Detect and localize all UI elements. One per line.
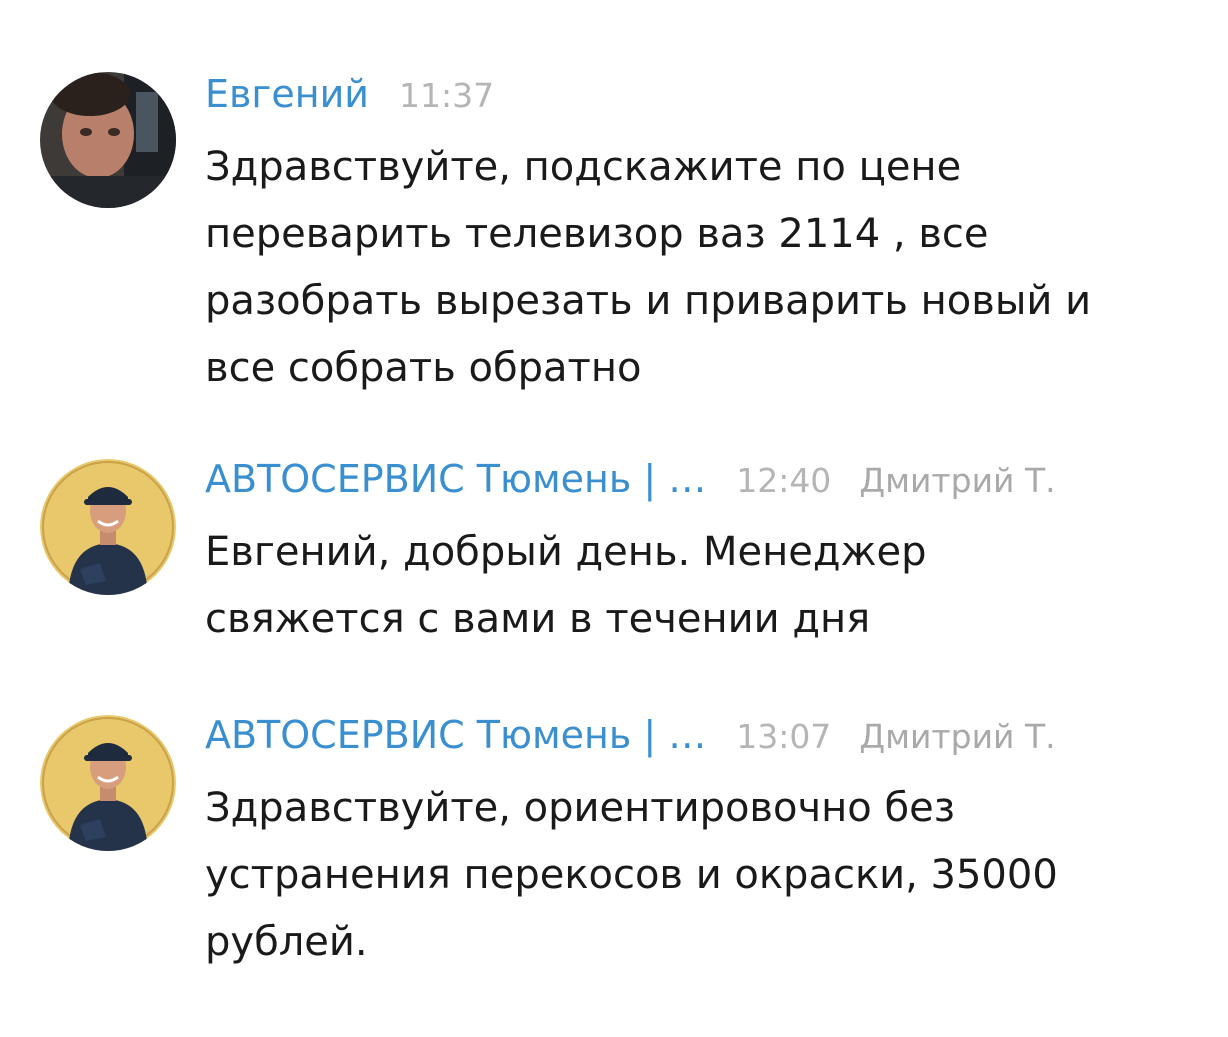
signer-name: Дмитрий Т. [859,717,1056,756]
signer-name: Дмитрий Т. [859,461,1056,500]
message-time: 11:37 [399,76,495,115]
author-name[interactable]: АВТОСЕРВИС Тюмень | … [205,457,706,501]
author-name[interactable]: АВТОСЕРВИС Тюмень | … [205,713,706,757]
author-name[interactable]: Евгений [205,72,369,116]
service-avatar[interactable] [40,459,176,595]
message-header: АВТОСЕРВИС Тюмень | … 13:07 Дмитрий Т. [205,713,1056,773]
message-text: Евгений, добрый день. Менеджер свяжется … [205,529,927,642]
message-text: Здравствуйте, ориентировочно без устране… [205,785,1058,965]
message-text: Здравствуйте, подскажите по цене перевар… [205,144,1092,391]
message-time: 12:40 [736,461,832,500]
user-photo-icon [40,72,176,208]
message-header: АВТОСЕРВИС Тюмень | … 12:40 Дмитрий Т. [205,457,1056,517]
mechanic-photo-icon [40,459,176,595]
service-avatar[interactable] [40,715,176,851]
mechanic-photo-icon [40,715,176,851]
user-avatar[interactable] [40,72,176,208]
message-header: Евгений 11:37 [205,72,494,132]
message-time: 13:07 [736,717,832,756]
